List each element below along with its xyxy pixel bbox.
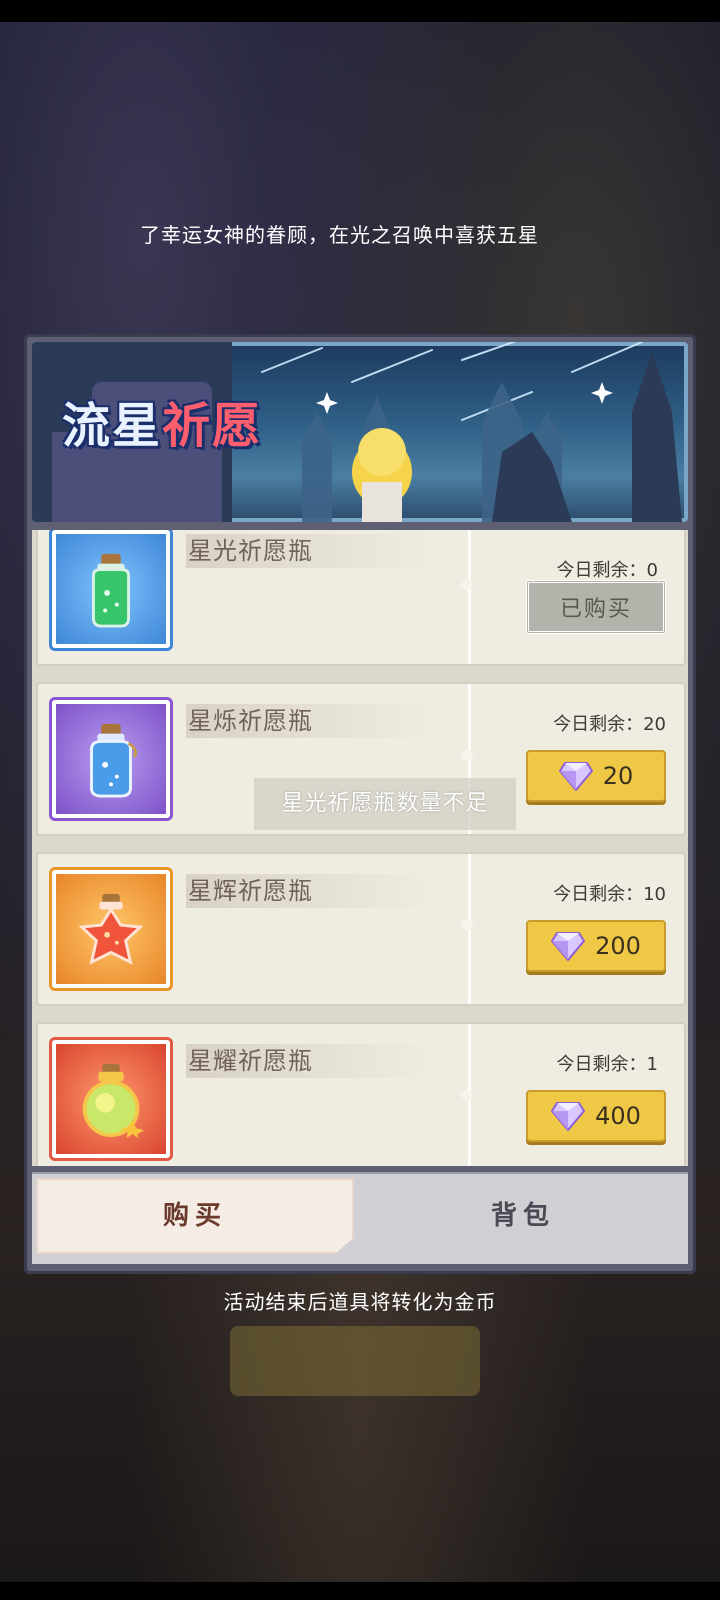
insufficient-toast: 星光祈愿瓶数量不足 [254, 778, 516, 830]
row-divider-notch [459, 577, 475, 593]
daily-remaining: 今日剩余：10 [553, 880, 666, 906]
daily-remaining: 今日剩余：1 [557, 1050, 658, 1076]
diamond-icon [551, 1101, 586, 1131]
background-banner-blur [230, 1326, 480, 1396]
price: 200 [595, 932, 641, 960]
banner-title: 流星祈愿 [62, 398, 263, 454]
price: 20 [602, 762, 634, 790]
item-thumbnail[interactable] [49, 697, 173, 821]
daily-remaining-label: 今日剩余： [553, 884, 644, 905]
buy-button[interactable]: 200 [526, 920, 666, 972]
star-bottle-icon [78, 893, 144, 965]
row-divider-notch [459, 1087, 475, 1103]
shop-item-row: 星辉祈愿瓶 今日剩余：10 200 [36, 852, 686, 1006]
daily-remaining-value: 0 [646, 560, 658, 581]
row-divider-notch [459, 917, 475, 933]
diamond-icon [558, 761, 593, 791]
gold-bottle-icon [82, 1063, 145, 1138]
meteor-wish-banner: 流星祈愿 [32, 342, 688, 522]
tab-bag[interactable]: 背包 [362, 1178, 684, 1254]
daily-remaining-label: 今日剩余： [556, 560, 647, 581]
daily-remaining-value: 20 [643, 714, 666, 735]
item-name: 星辉祈愿瓶 [186, 874, 438, 908]
row-divider-notch [459, 747, 475, 763]
daily-remaining: 今日剩余：0 [557, 556, 658, 582]
blue-bottle-icon [90, 723, 137, 798]
announcement-ticker: 了幸运女神的眷顾，在光之召唤中喜获五星 [140, 223, 539, 247]
row-divider [468, 530, 471, 664]
diamond-icon [551, 931, 586, 961]
tab-buy[interactable]: 购买 [36, 1178, 354, 1254]
item-name: 星耀祈愿瓶 [186, 1044, 438, 1078]
daily-remaining: 今日剩余：20 [553, 710, 666, 736]
shop-item-row: 星光祈愿瓶 今日剩余：0 已购买 [36, 530, 686, 666]
daily-remaining-label: 今日剩余： [553, 714, 644, 735]
buy-button[interactable]: 400 [526, 1090, 666, 1142]
price: 400 [595, 1102, 641, 1130]
item-name: 星光祈愿瓶 [186, 534, 438, 568]
item-list[interactable]: 星光祈愿瓶 今日剩余：0 已购买 星烁祈愿瓶 今日剩余：20 20 星辉祈愿瓶 … [32, 530, 688, 1166]
buy-button[interactable]: 20 [526, 750, 666, 802]
item-thumbnail[interactable] [49, 530, 173, 651]
status-bar [0, 0, 720, 22]
navigation-bar [0, 1582, 720, 1600]
green-bottle-icon [91, 553, 131, 628]
wish-shop-panel: 流星祈愿 星光祈愿瓶 今日剩余：0 已购买 星烁祈愿瓶 今日剩余：20 20 星… [24, 334, 696, 1274]
bottom-tab-bar: 购买 背包 [32, 1172, 688, 1264]
event-footnote: 活动结束后道具将转化为金币 [223, 1290, 497, 1314]
item-thumbnail[interactable] [49, 1037, 173, 1161]
purchased-button[interactable]: 已购买 [526, 580, 666, 634]
daily-remaining-value: 1 [646, 1054, 658, 1075]
daily-remaining-label: 今日剩余： [556, 1054, 647, 1075]
item-name: 星烁祈愿瓶 [186, 704, 438, 738]
daily-remaining-value: 10 [643, 884, 666, 905]
shop-item-row: 星耀祈愿瓶 今日剩余：1 400 [36, 1022, 686, 1166]
item-thumbnail[interactable] [49, 867, 173, 991]
